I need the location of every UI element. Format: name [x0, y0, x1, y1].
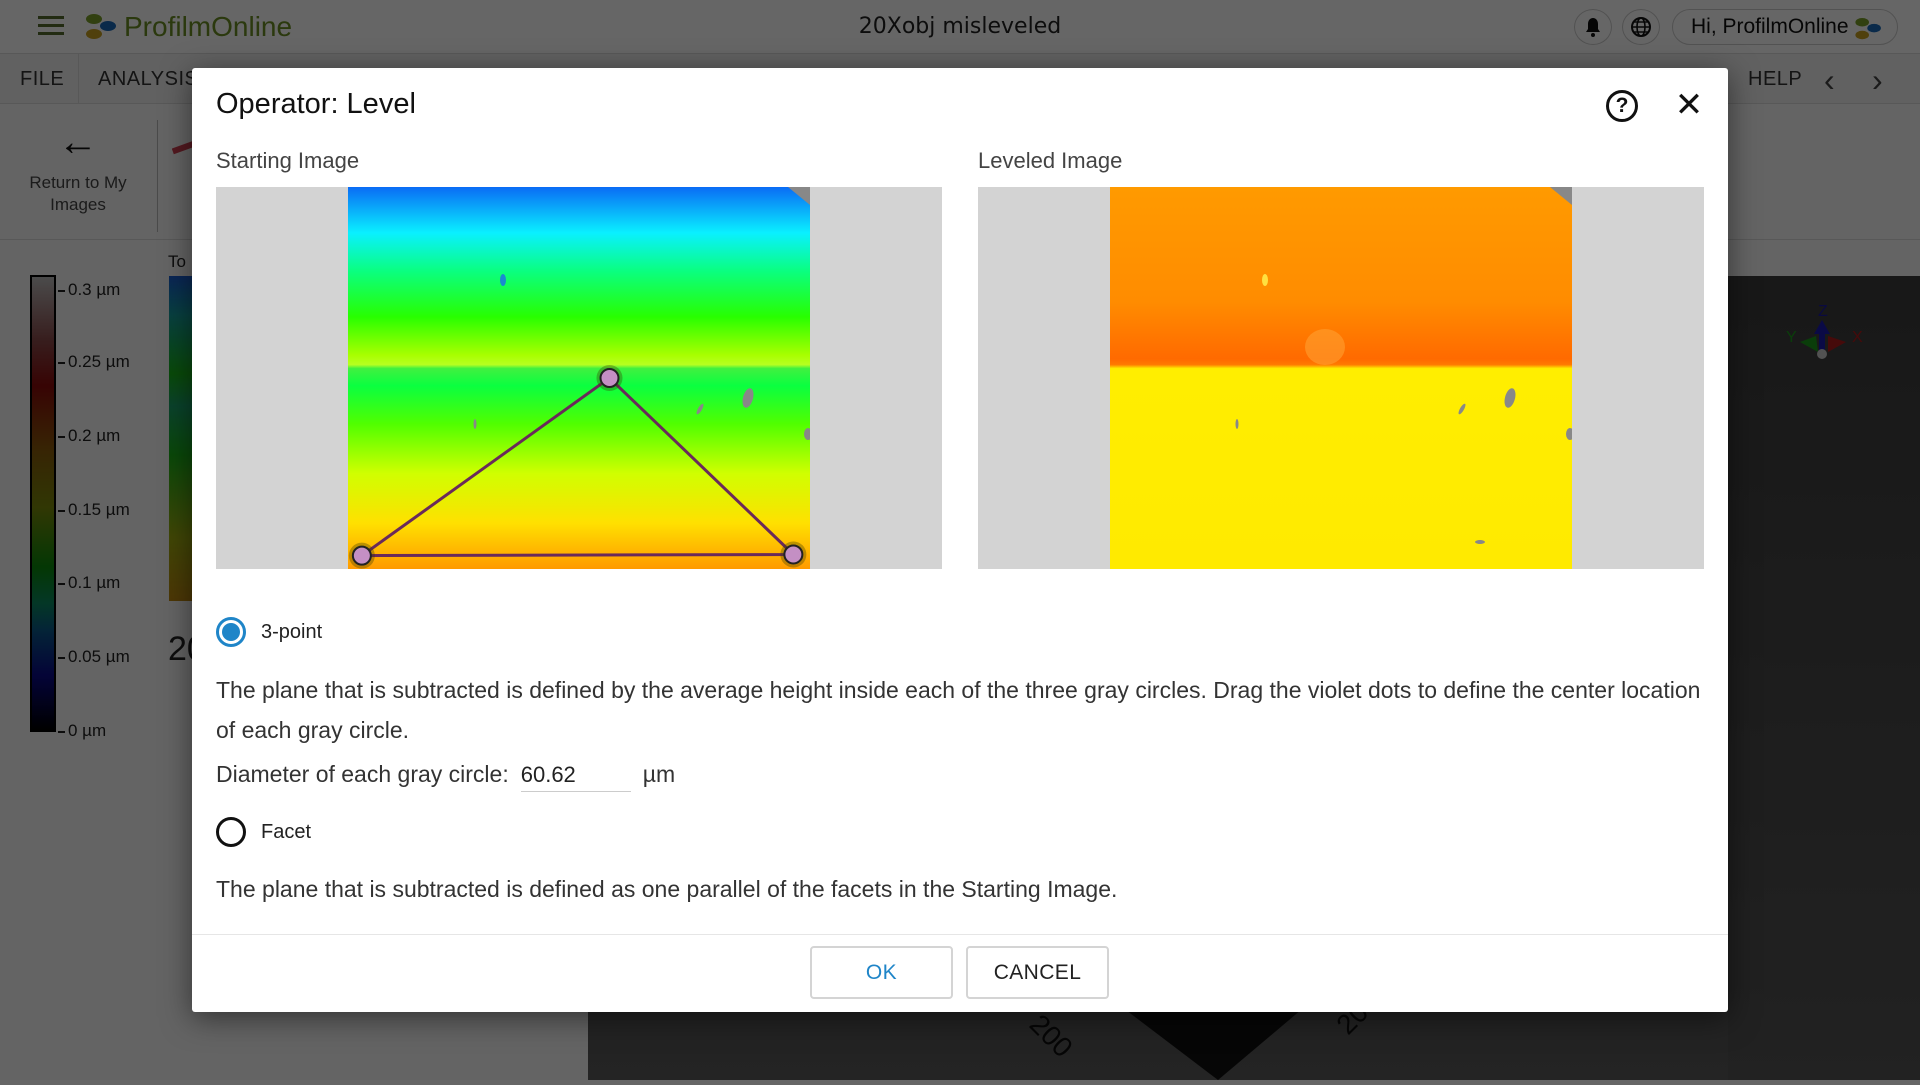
leveled-image-panel — [978, 187, 1704, 569]
surface-defect — [1262, 274, 1268, 286]
close-icon[interactable]: ✕ — [1672, 88, 1706, 122]
ok-button[interactable]: OK — [810, 946, 953, 999]
surface-defect — [696, 403, 704, 415]
surface-defect — [1305, 329, 1345, 365]
leveled-image — [1110, 187, 1572, 569]
starting-image-label: Starting Image — [216, 148, 360, 173]
surface-defect — [804, 428, 810, 440]
footer-divider — [192, 934, 1728, 935]
three-point-overlay[interactable] — [348, 187, 810, 569]
starting-image[interactable] — [348, 187, 810, 569]
diameter-input[interactable] — [520, 760, 631, 792]
surface-defect — [473, 419, 477, 429]
three-point-label: 3-point — [261, 620, 323, 643]
cancel-button[interactable]: CANCEL — [966, 946, 1109, 999]
surface-defect — [1504, 388, 1516, 408]
diameter-row: Diameter of each gray circle: µm — [216, 760, 675, 792]
missing-data-corner — [1550, 187, 1572, 205]
surface-defect — [1475, 540, 1485, 544]
level-point-handle-bottom-right[interactable] — [783, 544, 804, 565]
facet-radio[interactable] — [216, 817, 246, 847]
facet-description: The plane that is subtracted is defined … — [216, 876, 1118, 902]
three-point-radio[interactable] — [216, 617, 246, 647]
app-root: ProfilmOnline 20Xobj misleveled Hi, Prof… — [0, 0, 1920, 1080]
leveled-image-marks — [1235, 187, 1572, 544]
level-point-handle-top[interactable] — [599, 368, 620, 388]
surface-defect — [500, 274, 506, 286]
surface-defect — [1458, 403, 1466, 415]
starting-image-panel — [216, 187, 942, 569]
missing-data-corner — [788, 187, 810, 205]
level-dialog: Operator: Level ? ✕ Starting Image Level… — [192, 68, 1728, 1012]
three-point-description: The plane that is subtracted is defined … — [216, 677, 1701, 743]
leveled-image-label: Leveled Image — [978, 148, 1123, 173]
surface-defect — [1566, 428, 1572, 440]
three-point-option[interactable]: 3-point — [216, 617, 322, 647]
level-triangle — [357, 376, 798, 558]
facet-label: Facet — [261, 820, 312, 843]
diameter-unit: µm — [642, 761, 676, 787]
help-icon[interactable]: ? — [1606, 90, 1638, 122]
diameter-label: Diameter of each gray circle: — [216, 761, 509, 787]
facet-option[interactable]: Facet — [216, 817, 311, 847]
level-point-handle-bottom-left[interactable] — [351, 545, 372, 566]
surface-defect — [742, 388, 754, 408]
surface-defect — [1235, 419, 1239, 429]
dialog-title: Operator: Level — [216, 88, 416, 120]
